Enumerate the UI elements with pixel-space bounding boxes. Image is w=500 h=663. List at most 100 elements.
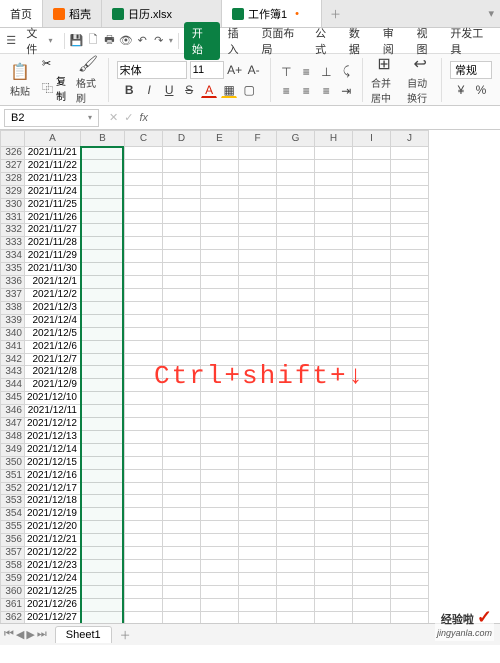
cell[interactable]: 2021/11/28 — [25, 237, 81, 250]
cell[interactable] — [201, 534, 239, 547]
cell[interactable] — [353, 379, 391, 392]
cell[interactable] — [81, 379, 125, 392]
cell[interactable] — [353, 250, 391, 263]
cell[interactable] — [239, 495, 277, 508]
cell[interactable] — [391, 521, 429, 534]
cell[interactable]: 2021/12/6 — [25, 340, 81, 353]
cell[interactable] — [277, 456, 315, 469]
row-header[interactable]: 332 — [1, 224, 25, 237]
border-icon[interactable]: ▢ — [241, 82, 257, 98]
cell[interactable] — [391, 547, 429, 560]
cell[interactable] — [125, 456, 163, 469]
cell[interactable] — [81, 508, 125, 521]
row-header[interactable]: 347 — [1, 418, 25, 431]
row-header[interactable]: 329 — [1, 185, 25, 198]
cell[interactable] — [315, 198, 353, 211]
cell[interactable]: 2021/12/2 — [25, 288, 81, 301]
cell[interactable] — [239, 508, 277, 521]
cell[interactable] — [125, 263, 163, 276]
cell[interactable] — [391, 534, 429, 547]
cell[interactable] — [391, 585, 429, 598]
cell[interactable] — [81, 288, 125, 301]
row-header[interactable]: 338 — [1, 301, 25, 314]
cell[interactable] — [81, 521, 125, 534]
cell[interactable] — [201, 598, 239, 611]
cell[interactable] — [81, 534, 125, 547]
cell[interactable] — [239, 392, 277, 405]
cell[interactable] — [201, 379, 239, 392]
cell[interactable] — [163, 379, 201, 392]
cell[interactable] — [81, 392, 125, 405]
cell[interactable] — [391, 224, 429, 237]
cell[interactable] — [201, 443, 239, 456]
cell[interactable] — [353, 301, 391, 314]
cell[interactable] — [81, 159, 125, 172]
cell[interactable] — [239, 198, 277, 211]
row-header[interactable]: 343 — [1, 366, 25, 379]
fx-icon[interactable]: fx — [139, 112, 148, 124]
cell[interactable] — [239, 456, 277, 469]
cell[interactable] — [277, 534, 315, 547]
cell[interactable]: 2021/11/29 — [25, 250, 81, 263]
cell[interactable] — [239, 572, 277, 585]
cell[interactable] — [353, 288, 391, 301]
cell[interactable] — [163, 598, 201, 611]
sheet-nav-prev-icon[interactable]: ◀ — [16, 628, 24, 641]
cell[interactable] — [239, 443, 277, 456]
cell[interactable] — [277, 469, 315, 482]
align-left-icon[interactable]: ≡ — [278, 83, 294, 99]
cell[interactable] — [277, 237, 315, 250]
cell[interactable] — [315, 379, 353, 392]
cell[interactable] — [315, 572, 353, 585]
cell[interactable]: 2021/12/11 — [25, 405, 81, 418]
cell[interactable] — [125, 379, 163, 392]
cell[interactable] — [201, 276, 239, 289]
cell[interactable] — [391, 405, 429, 418]
redo-icon[interactable]: ↷ — [151, 33, 165, 49]
cell[interactable]: 2021/12/26 — [25, 598, 81, 611]
cell[interactable] — [125, 159, 163, 172]
font-name-select[interactable] — [117, 61, 187, 79]
cell[interactable] — [277, 547, 315, 560]
cell[interactable] — [163, 456, 201, 469]
menu-file[interactable]: 文件 ▾ — [20, 23, 58, 59]
cell[interactable] — [81, 211, 125, 224]
cell[interactable] — [125, 224, 163, 237]
cell[interactable] — [81, 482, 125, 495]
cell[interactable] — [391, 353, 429, 366]
cell[interactable] — [125, 469, 163, 482]
cell[interactable] — [391, 611, 429, 623]
cell[interactable] — [163, 366, 201, 379]
cell[interactable] — [81, 547, 125, 560]
cell[interactable]: 2021/12/20 — [25, 521, 81, 534]
cell[interactable] — [353, 353, 391, 366]
font-size-select[interactable] — [190, 61, 224, 79]
cell[interactable] — [239, 314, 277, 327]
italic-icon[interactable]: I — [141, 82, 157, 98]
cell[interactable] — [201, 572, 239, 585]
cell[interactable] — [277, 366, 315, 379]
cell[interactable] — [163, 392, 201, 405]
align-center-icon[interactable]: ≡ — [298, 83, 314, 99]
cell[interactable] — [201, 560, 239, 573]
cell[interactable] — [353, 340, 391, 353]
cell[interactable] — [81, 366, 125, 379]
cell[interactable] — [315, 611, 353, 623]
cell[interactable] — [277, 611, 315, 623]
align-bottom-icon[interactable]: ⊥ — [318, 64, 334, 80]
cell[interactable] — [315, 482, 353, 495]
cell[interactable] — [125, 585, 163, 598]
cell[interactable] — [201, 469, 239, 482]
cell[interactable] — [277, 443, 315, 456]
cell[interactable] — [391, 159, 429, 172]
cell[interactable] — [81, 314, 125, 327]
cell[interactable] — [391, 250, 429, 263]
cell[interactable] — [201, 314, 239, 327]
cell[interactable] — [239, 276, 277, 289]
row-header[interactable]: 354 — [1, 508, 25, 521]
cell[interactable] — [315, 301, 353, 314]
cell[interactable] — [353, 534, 391, 547]
cell[interactable] — [239, 172, 277, 185]
cell[interactable] — [239, 430, 277, 443]
cell[interactable] — [391, 560, 429, 573]
